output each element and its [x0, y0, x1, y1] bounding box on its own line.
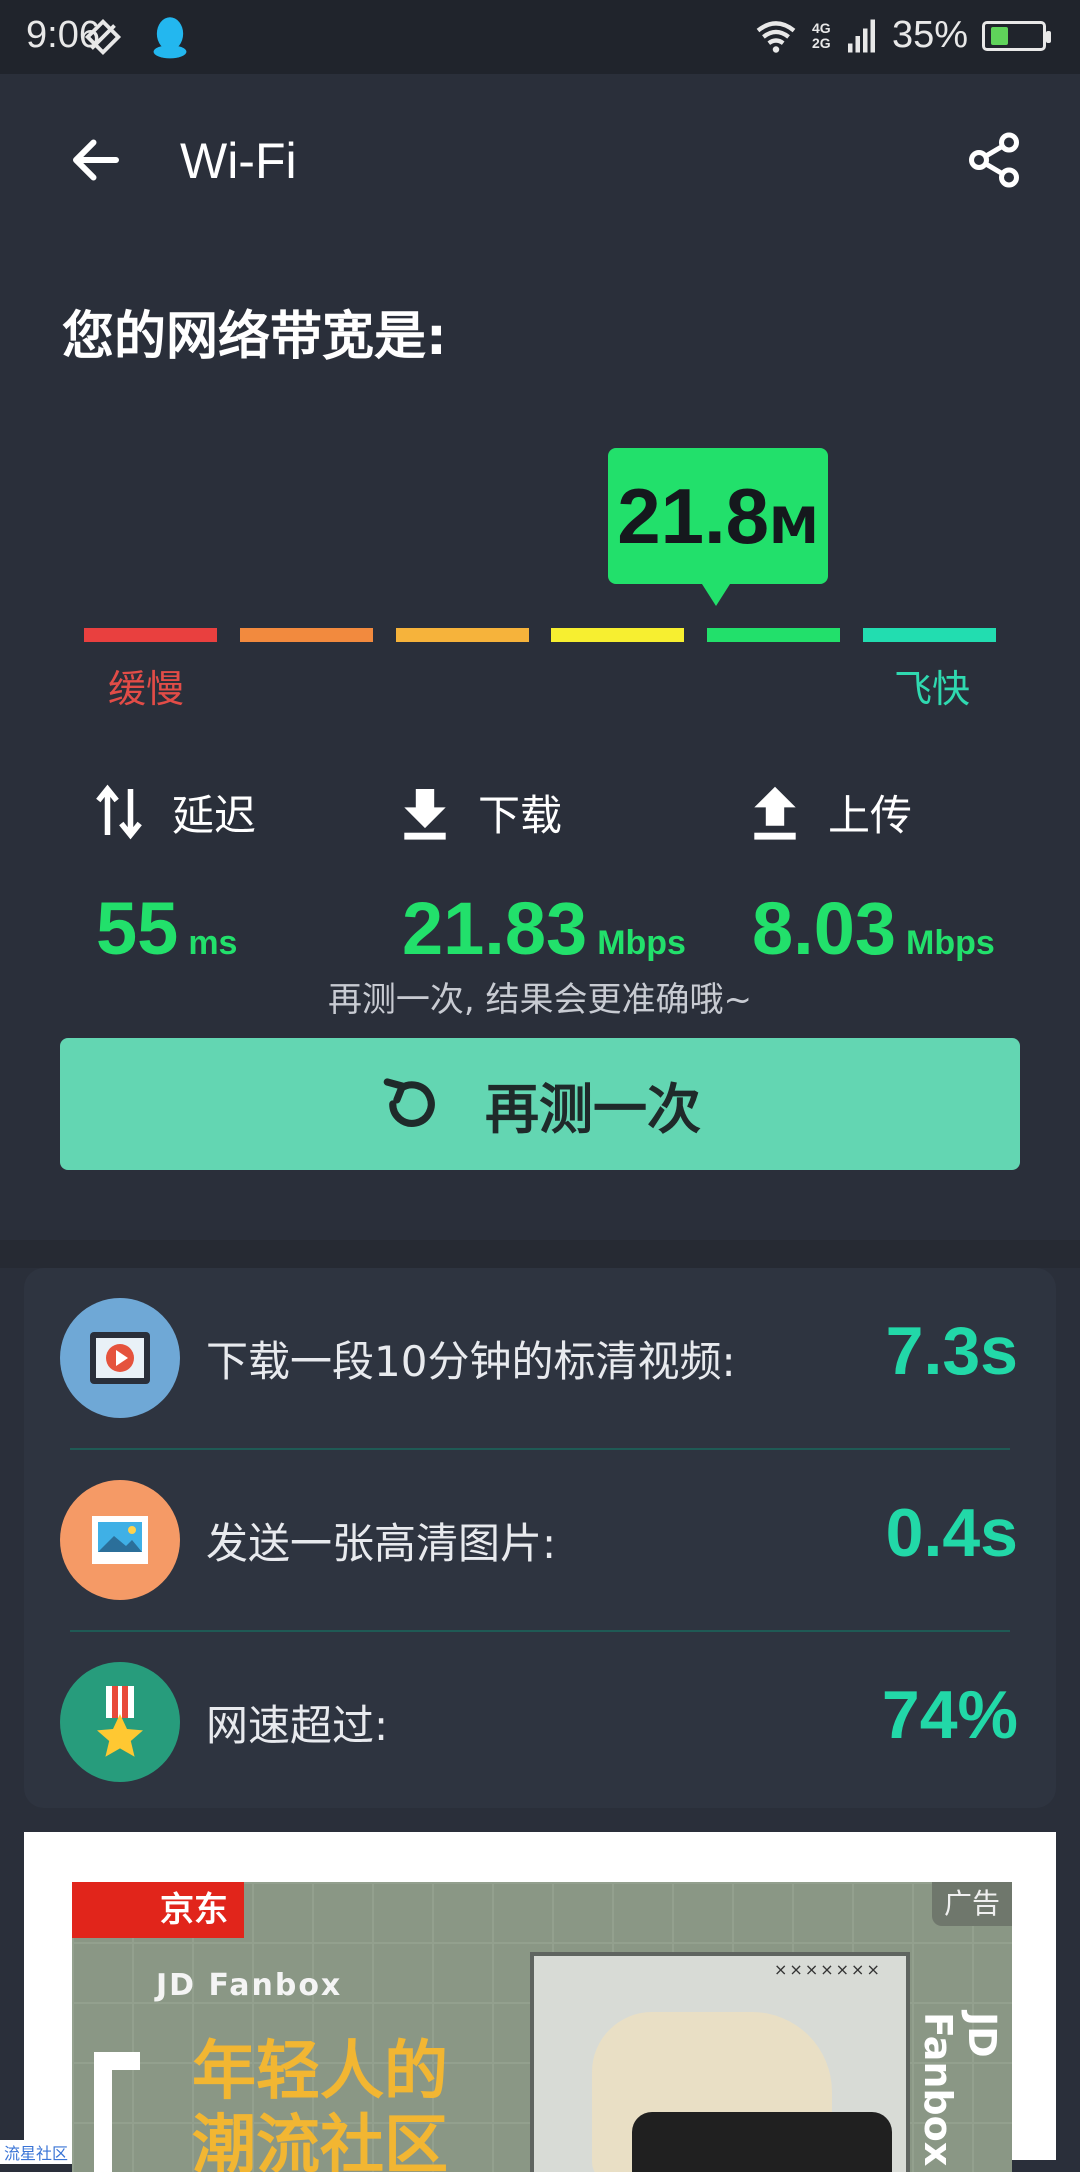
back-arrow-icon[interactable] — [66, 130, 126, 190]
result-value: 7.3s — [885, 1313, 1018, 1389]
status-bar: 9:06 4G 2G 35% — [0, 0, 1080, 74]
scale-segment — [395, 628, 529, 642]
battery-icon — [982, 20, 1051, 51]
download-icon — [404, 789, 446, 840]
latency-unit: ms — [188, 924, 238, 962]
result-value: 74% — [881, 1677, 1018, 1753]
page-title: Wi-Fi — [180, 133, 297, 189]
signal-icon — [847, 19, 875, 52]
battery-percent: 35% — [891, 14, 968, 56]
box-marking: ××××××× — [774, 1960, 882, 1979]
medal-icon — [97, 1686, 143, 1757]
download-unit: Mbps — [597, 924, 686, 962]
status-right: 4G 2G 35% — [754, 14, 1051, 57]
fanbox-logo: JD Fanbox — [156, 1968, 343, 2003]
speed-scale — [84, 628, 996, 642]
result-text: 下载一段10分钟的标清视频: — [206, 1337, 736, 1386]
scale-fast-label: 飞快 — [894, 667, 971, 711]
latency-arrows-icon — [96, 784, 142, 840]
scale-slow-label: 缓慢 — [108, 667, 185, 711]
download-label: 下载 — [478, 790, 563, 840]
result-text: 发送一张高清图片: — [206, 1519, 557, 1568]
upload-icon — [754, 786, 796, 840]
section-divider — [0, 1240, 1080, 1268]
ad-image[interactable]: 京东 广告 JD Fanbox 年轻人的 潮流社区 ××××××× JD Fan… — [72, 1882, 1012, 2172]
scale-segment — [84, 628, 217, 642]
jd-logo: 京东 — [72, 1882, 244, 1938]
ad-tag-label: 广告 — [943, 1887, 1000, 1920]
bandwidth-value: 21.8 — [617, 472, 770, 560]
upload-label: 上传 — [828, 790, 913, 840]
ad-bracket-decoration — [94, 2052, 140, 2172]
scale-segment — [551, 628, 685, 642]
result-text: 网速超过: — [206, 1701, 389, 1750]
download-value: 21.83 — [402, 887, 588, 970]
app-bar: Wi-Fi — [0, 74, 1080, 250]
result-row-video: 下载一段10分钟的标清视频: 7.3s — [24, 1268, 1056, 1448]
refresh-icon — [383, 1078, 435, 1127]
retest-hint: 再测一次, 结果会更准确哦~ — [327, 980, 753, 1020]
latency-stat: 延迟 55 ms — [96, 782, 396, 971]
latency-label: 延迟 — [172, 790, 257, 840]
rotate-lock-icon — [84, 18, 122, 56]
latency-value: 55 — [96, 887, 179, 970]
bandwidth-unit: M — [769, 497, 819, 555]
result-row-rank: 网速超过: 74% — [24, 1632, 1056, 1812]
scale-segment — [239, 628, 373, 642]
watermark: 流星社区 — [0, 2140, 73, 2164]
ad-tag: 广告 — [931, 1882, 1012, 1926]
result-value: 0.4s — [885, 1495, 1018, 1571]
scale-segment — [707, 628, 841, 642]
qq-icon — [153, 17, 187, 59]
bandwidth-heading: 您的网络带宽是: — [62, 307, 447, 367]
result-row-picture: 发送一张高清图片: 0.4s — [24, 1450, 1056, 1630]
video-icon — [90, 1332, 150, 1384]
result-icon-bg — [60, 1662, 180, 1782]
network-type: 4G 2G — [811, 19, 831, 51]
upload-stat: 上传 8.03 Mbps — [752, 782, 1052, 971]
bandwidth-bubble: 21.8M — [608, 448, 828, 606]
ad-vertical-logo: JD Fanbox — [916, 2012, 1004, 2167]
upload-unit: Mbps — [906, 924, 995, 962]
share-icon[interactable] — [964, 130, 1024, 190]
result-icon-bg — [60, 1298, 180, 1418]
ad-slogan-line2: 潮流社区 — [192, 2109, 448, 2172]
ad-shoe-sole — [632, 2112, 892, 2172]
results-card: 下载一段10分钟的标清视频: 7.3s 发送一张高清图片: 0.4s 网速超过: — [24, 1268, 1056, 1808]
picture-icon — [92, 1516, 148, 1564]
download-stat: 下载 21.83 Mbps — [402, 782, 742, 971]
retest-button[interactable]: 再测一次 — [60, 1038, 1020, 1170]
wifi-icon — [756, 20, 796, 53]
ad-banner[interactable]: 京东 广告 JD Fanbox 年轻人的 潮流社区 ××××××× JD Fan… — [24, 1832, 1056, 2172]
upload-value: 8.03 — [752, 887, 897, 970]
scale-segment — [862, 628, 996, 642]
result-icon-bg — [60, 1480, 180, 1600]
retest-label: 再测一次 — [485, 1077, 701, 1141]
